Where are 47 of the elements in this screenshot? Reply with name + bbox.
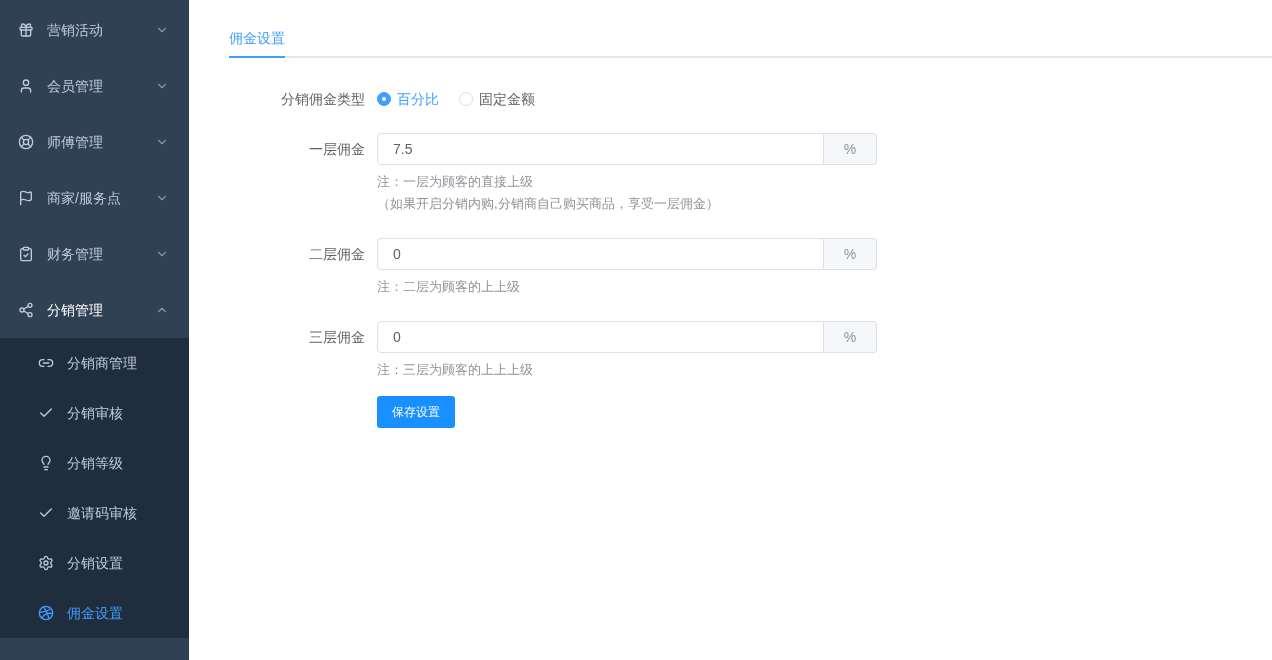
note-text: （如果开启分销内购,分销商自己购买商品，享受一层佣金） bbox=[377, 195, 720, 213]
menu-label: 会员管理 bbox=[47, 76, 104, 96]
unit-addon: % bbox=[824, 238, 877, 270]
menu-item[interactable]: 分销管理 bbox=[0, 282, 189, 338]
lifebuoy-icon bbox=[18, 134, 34, 150]
submenu-label: 佣金设置 bbox=[67, 603, 123, 623]
note-text: 注：三层为顾客的上上上级 bbox=[377, 361, 534, 379]
submenu-item[interactable]: 分销商管理 bbox=[0, 338, 189, 388]
form-label: 分销佣金类型 bbox=[280, 89, 366, 109]
form-label: 二层佣金 bbox=[308, 245, 366, 264]
menu-label: 商家/服务点 bbox=[47, 188, 122, 208]
menu-item[interactable]: 财务管理 bbox=[0, 226, 189, 282]
note-text: 注：一层为顾客的直接上级 bbox=[377, 173, 534, 191]
submenu-label: 分销设置 bbox=[67, 553, 123, 573]
submenu-item[interactable]: 分销审核 bbox=[0, 388, 189, 438]
menu-item[interactable]: 营销活动 bbox=[0, 2, 189, 58]
note-text: 注：二层为顾客的上上级 bbox=[377, 278, 521, 296]
share-icon bbox=[18, 302, 34, 318]
user-icon bbox=[18, 78, 34, 94]
form-label: 一层佣金 bbox=[308, 140, 366, 159]
menu-label: 营销活动 bbox=[47, 20, 104, 40]
commission-input[interactable]: 0 bbox=[377, 321, 824, 353]
flag-icon bbox=[18, 190, 34, 206]
gift-icon bbox=[18, 22, 34, 38]
lightbulb-icon bbox=[38, 455, 54, 471]
commission-input[interactable]: 0 bbox=[377, 238, 824, 270]
menu-item[interactable]: 会员管理 bbox=[0, 58, 189, 114]
submenu-label: 分销审核 bbox=[67, 403, 123, 423]
menu-label: 师傅管理 bbox=[47, 132, 104, 152]
submenu-item[interactable]: 邀请码审核 bbox=[0, 488, 189, 538]
clipboard-check-icon bbox=[18, 246, 34, 262]
submenu-item[interactable]: 分销设置 bbox=[0, 538, 189, 588]
unit-addon: % bbox=[824, 321, 877, 353]
menu-item[interactable]: 师傅管理 bbox=[0, 114, 189, 170]
menu-label: 财务管理 bbox=[47, 244, 104, 264]
commission-input[interactable]: 7.5 bbox=[377, 133, 824, 165]
submenu-item[interactable]: 佣金设置 bbox=[0, 588, 189, 638]
unit-addon: % bbox=[824, 133, 877, 165]
submenu-item[interactable]: 分销等级 bbox=[0, 438, 189, 488]
submenu-label: 分销等级 bbox=[67, 453, 123, 473]
settings-icon bbox=[38, 555, 54, 571]
menu-item[interactable]: 商家/服务点 bbox=[0, 170, 189, 226]
menu-label: 分销管理 bbox=[47, 300, 104, 320]
radio-option[interactable]: 固定金额 bbox=[459, 88, 535, 110]
submenu-label: 邀请码审核 bbox=[67, 503, 137, 523]
submenu-label: 分销商管理 bbox=[67, 353, 137, 373]
form-label: 三层佣金 bbox=[308, 328, 366, 347]
